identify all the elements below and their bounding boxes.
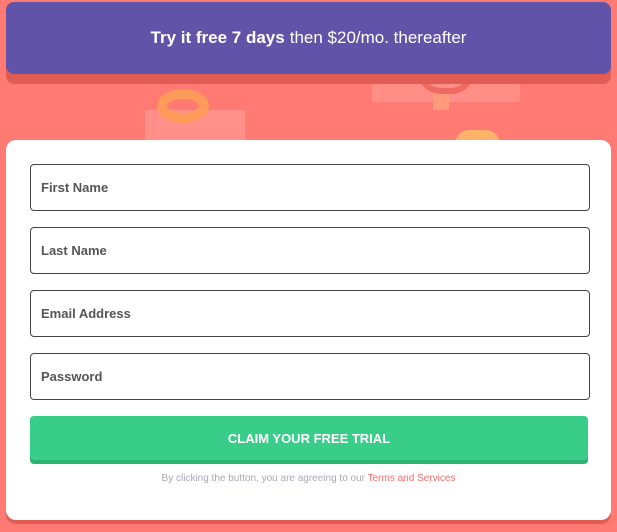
offer-highlight: Try it free 7 days <box>150 28 285 47</box>
terms-link[interactable]: Terms and Services <box>368 473 456 484</box>
terms-disclaimer: By clicking the button, you are agreeing… <box>6 473 611 484</box>
signup-card: CLAIM YOUR FREE TRIAL By clicking the bu… <box>6 140 611 520</box>
disclaimer-text: By clicking the button, you are agreeing… <box>161 473 366 484</box>
offer-banner: Try it free 7 days then $20/mo. thereaft… <box>6 2 611 74</box>
password-input[interactable] <box>30 353 590 400</box>
claim-free-trial-button[interactable]: CLAIM YOUR FREE TRIAL <box>30 416 588 460</box>
background-decoration <box>157 89 209 123</box>
last-name-input[interactable] <box>30 227 590 274</box>
background-decoration <box>433 94 449 110</box>
email-input[interactable] <box>30 290 590 337</box>
first-name-input[interactable] <box>30 164 590 211</box>
offer-price-text: then $20/mo. thereafter <box>289 28 467 47</box>
